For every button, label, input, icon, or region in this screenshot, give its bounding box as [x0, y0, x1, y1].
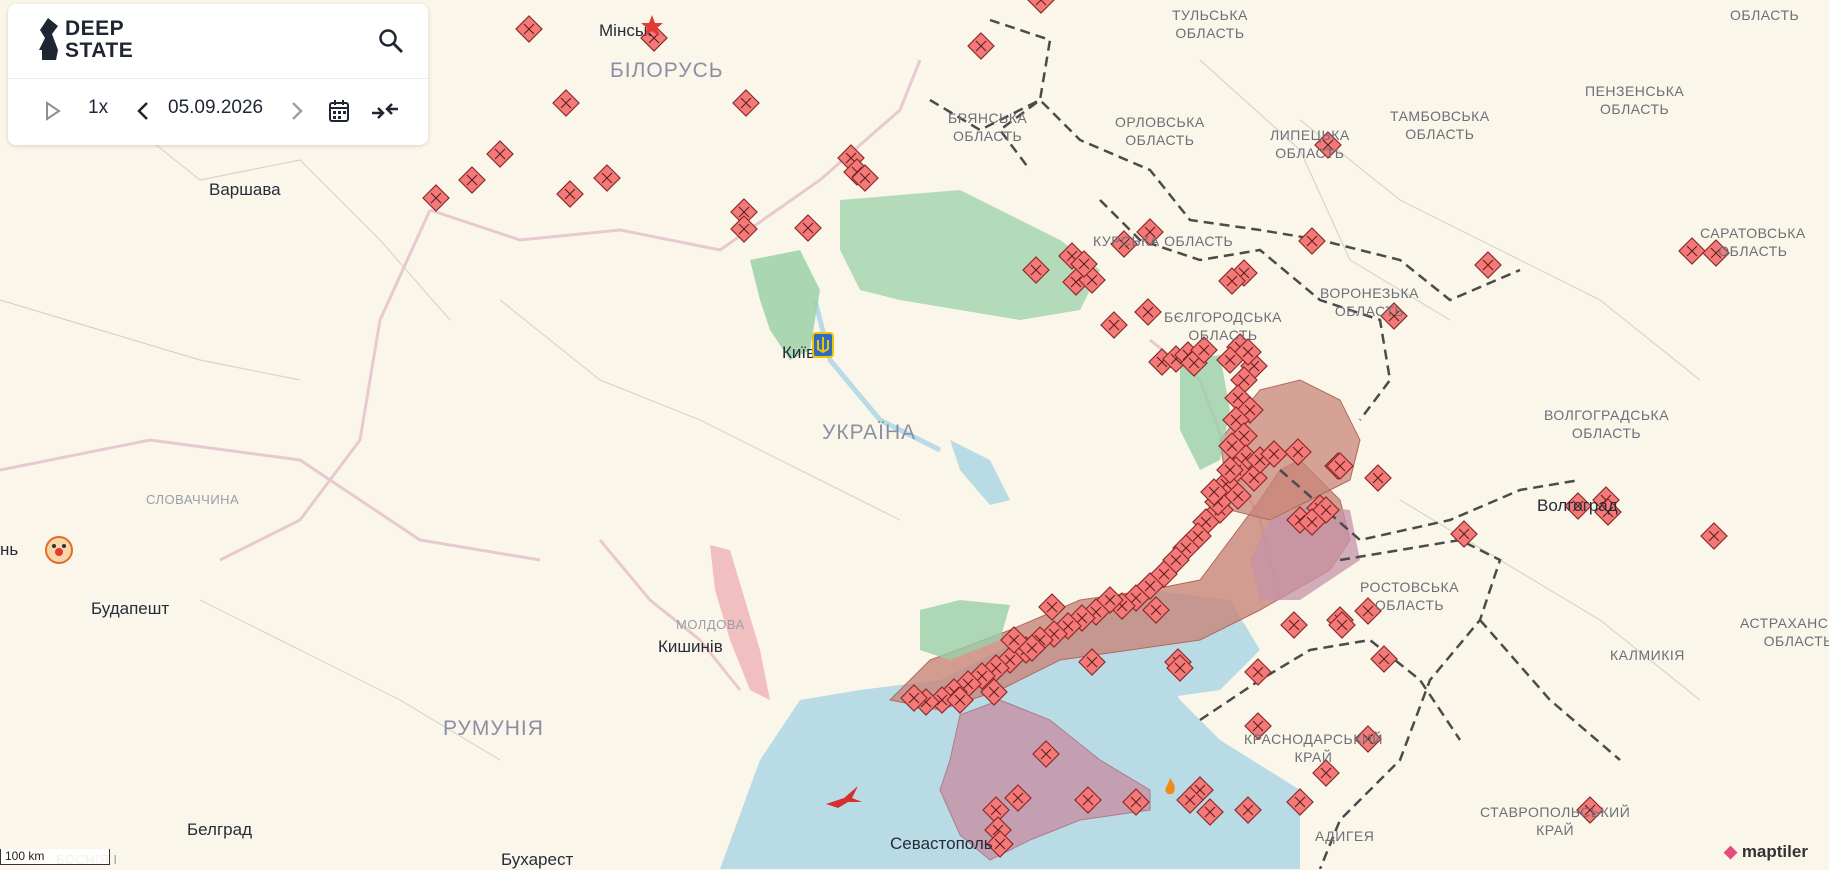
- city-volgograd: Волгоград: [1537, 496, 1618, 515]
- country-label-belarus: БІЛОРУСЬ: [610, 59, 724, 82]
- strike-marker[interactable]: [422, 184, 450, 212]
- region-label-voronezh: ВОРОНЕЗЬКА ОБЛАСТЬ: [1320, 285, 1419, 319]
- strike-marker[interactable]: [1100, 311, 1128, 339]
- city-vienna-partial: нь: [0, 540, 19, 559]
- region-label-adygea: АДИГЕЯ: [1315, 828, 1375, 844]
- region-label-kursk: КУРСЬКА ОБЛАСТЬ: [1093, 233, 1234, 249]
- city-chisinau: Кишинів: [658, 637, 723, 656]
- strike-marker[interactable]: [458, 166, 486, 194]
- city-bucharest: Бухарест: [501, 850, 574, 869]
- strike-marker[interactable]: [1032, 740, 1060, 768]
- region-label-tula: ТУЛЬСЬКА ОБЛАСТЬ: [1172, 7, 1248, 41]
- region-label-astrakhan: АСТРАХАНСЬКА ОБЛАСТЬ: [1740, 615, 1829, 649]
- strike-marker[interactable]: [552, 89, 580, 117]
- star-icon[interactable]: [640, 14, 664, 38]
- region-label-bryansk: БРЯНСЬКА ОБЛАСТЬ: [948, 110, 1028, 144]
- strike-marker[interactable]: [1122, 788, 1150, 816]
- control-panel: DEEP STATE 1x 05.09.2026: [8, 4, 428, 145]
- maptiler-logo-icon: ◆: [1724, 842, 1738, 861]
- country-label-ukraine: УКРАЇНА: [822, 421, 917, 444]
- search-icon[interactable]: [378, 28, 404, 54]
- prev-icon[interactable]: [136, 101, 150, 121]
- country-label-romania: РУМУНІЯ: [443, 717, 544, 740]
- region-label-ryazan: ОБЛАСТЬ: [1730, 7, 1800, 23]
- country-label-slovakia: СЛОВАЧЧИНА: [146, 492, 240, 507]
- strike-marker[interactable]: [732, 89, 760, 117]
- strike-marker[interactable]: [967, 32, 995, 60]
- strike-marker[interactable]: [1298, 227, 1326, 255]
- region-label-lipetsk: ЛИПЕЦЬКА ОБЛАСТЬ: [1270, 127, 1350, 161]
- city-kyiv: Київ: [782, 343, 816, 362]
- region-label-krasnodar: КРАСНОДАРСЬКИЙ КРАЙ: [1244, 731, 1383, 765]
- region-label-saratov: САРАТОВСЬКА ОБЛАСТЬ: [1700, 225, 1806, 259]
- logo-line2: STATE: [65, 39, 134, 62]
- region-label-orel: ОРЛОВСЬКА ОБЛАСТЬ: [1115, 114, 1205, 148]
- calendar-icon[interactable]: [328, 99, 350, 123]
- play-icon[interactable]: [44, 101, 62, 121]
- collapse-icon[interactable]: [370, 99, 400, 123]
- speed-button[interactable]: 1x: [88, 97, 108, 119]
- city-budapest: Будапешт: [91, 599, 170, 618]
- timeline-controls: 1x 05.09.2026: [8, 79, 428, 145]
- strike-marker[interactable]: [556, 180, 584, 208]
- scale-bar: 100 km: [0, 849, 110, 865]
- panel-header: DEEP STATE: [8, 4, 428, 79]
- region-label-tambov: ТАМБОВСЬКА ОБЛАСТЬ: [1390, 108, 1490, 142]
- region-label-penza: ПЕНЗЕНСЬКА ОБЛАСТЬ: [1585, 83, 1685, 117]
- strike-marker[interactable]: [1280, 611, 1308, 639]
- city-warsaw: Варшава: [209, 180, 281, 199]
- strike-marker[interactable]: [1286, 788, 1314, 816]
- logo-icon[interactable]: [36, 16, 62, 62]
- city-sevastopol: Севастополь: [890, 834, 993, 853]
- strike-marker[interactable]: [1700, 522, 1728, 550]
- strike-marker[interactable]: [1078, 648, 1106, 676]
- maptiler-text: maptiler: [1741, 842, 1808, 861]
- strike-marker[interactable]: [1474, 251, 1502, 279]
- region-label-stavropol: СТАВРОПОЛЬСЬКИЙ КРАЙ: [1480, 804, 1631, 838]
- strike-marker[interactable]: [1234, 796, 1262, 824]
- strike-marker[interactable]: [1244, 658, 1272, 686]
- country-label-moldova: МОЛДОВА: [676, 617, 745, 632]
- region-label-rostov: РОСТОВСЬКА ОБЛАСТЬ: [1360, 579, 1460, 613]
- ukraine-coat-of-arms-icon[interactable]: [812, 332, 834, 358]
- strike-marker[interactable]: [486, 140, 514, 168]
- region-label-kalmykia: КАЛМИКІЯ: [1610, 647, 1685, 663]
- strike-marker[interactable]: [1134, 298, 1162, 326]
- strike-marker[interactable]: [1022, 256, 1050, 284]
- strike-marker[interactable]: [794, 214, 822, 242]
- next-icon[interactable]: [290, 101, 304, 121]
- strike-marker[interactable]: [1038, 593, 1066, 621]
- maptiler-attribution[interactable]: ◆ maptiler: [1724, 842, 1808, 862]
- region-label-belgorod: БЄЛГОРОДСЬКА ОБЛАСТЬ: [1164, 309, 1283, 343]
- strike-marker[interactable]: [1326, 452, 1354, 480]
- strike-marker[interactable]: [1027, 0, 1055, 14]
- logo-text[interactable]: DEEP STATE: [65, 18, 133, 62]
- strike-marker[interactable]: [1004, 784, 1032, 812]
- region-label-volgograd: ВОЛГОГРАДСЬКА ОБЛАСТЬ: [1544, 407, 1670, 441]
- strike-marker[interactable]: [1074, 786, 1102, 814]
- strike-marker[interactable]: [730, 215, 758, 243]
- strike-marker[interactable]: [515, 15, 543, 43]
- date-display[interactable]: 05.09.2026: [168, 97, 263, 119]
- fire-icon[interactable]: [1160, 776, 1180, 796]
- logo-line1: DEEP: [65, 17, 125, 40]
- clown-icon[interactable]: [44, 535, 74, 565]
- strike-marker[interactable]: [1370, 645, 1398, 673]
- strike-marker[interactable]: [1450, 520, 1478, 548]
- strike-marker[interactable]: [1284, 438, 1312, 466]
- strike-marker[interactable]: [593, 164, 621, 192]
- strike-marker[interactable]: [1364, 464, 1392, 492]
- city-belgrade: Белград: [187, 820, 252, 839]
- aircraft-icon[interactable]: [824, 784, 864, 810]
